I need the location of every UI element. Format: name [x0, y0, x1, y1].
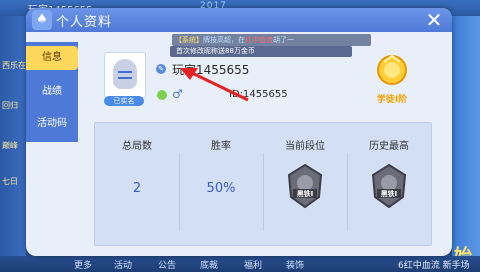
lobby-left-menu: 西乐在 回归 巅峰 七日	[0, 16, 26, 256]
close-icon[interactable]: ✕	[424, 10, 444, 30]
bottom-tip: 6红中血流 新手场	[398, 261, 470, 271]
profile-dialog: ♠ 个人资料 ✕ 【系统】牌技高超，在红中血流胡了一 首次修改昵称送88万金币 …	[26, 8, 452, 256]
bottom-menu-item[interactable]: 底裁	[200, 258, 218, 271]
notice-tail: 胡了一	[273, 36, 294, 44]
dialog-title: 个人资料	[56, 15, 113, 30]
system-notice: 【系统】牌技高超，在红中血流胡了一	[172, 34, 371, 46]
stat-header: 胜率	[211, 141, 231, 152]
coin-icon	[157, 90, 167, 100]
stat-total-games: 总局数 2	[95, 123, 179, 245]
tab-activity-code[interactable]: 活动码	[26, 112, 78, 136]
bottom-menu-item[interactable]: 公告	[158, 258, 176, 271]
stat-win-rate: 胜率 50%	[179, 123, 263, 245]
tab-record[interactable]: 战绩	[26, 80, 78, 104]
stat-value: 2	[132, 181, 142, 196]
notice-highlight: 红中血流	[245, 36, 273, 44]
notice-tag: 【系统】	[175, 36, 203, 44]
red-arrow-annotation	[180, 68, 249, 102]
iron-rank-badge-icon: 黑铁Ⅰ	[285, 163, 325, 209]
stat-header: 当前段位	[285, 141, 325, 152]
dialog-titlebar: ♠ 个人资料 ✕	[26, 8, 452, 32]
verified-badge: 已实名	[104, 96, 144, 106]
rename-hint: 首次修改昵称送88万金币	[170, 46, 352, 57]
lobby-left-item[interactable]: 巅峰	[2, 140, 18, 151]
stat-value: 50%	[206, 181, 236, 196]
lobby-left-item[interactable]: 七日	[2, 176, 18, 187]
avatar[interactable]	[104, 52, 146, 98]
stat-current-rank: 当前段位 黑铁Ⅰ	[263, 123, 347, 245]
lobby-right-panel: 始	[452, 16, 480, 272]
tab-info[interactable]: 信息	[26, 46, 78, 70]
badge-text: 黑铁Ⅰ	[296, 190, 314, 198]
side-tabs: 信息 战绩 活动码	[26, 42, 78, 142]
rank-emblem-icon	[377, 54, 407, 85]
bottom-menu-item[interactable]: 福利	[244, 258, 262, 271]
bottom-menu-item[interactable]: 更多	[74, 258, 92, 271]
stats-panel: 总局数 2 胜率 50% 当前段位 黑铁Ⅰ 历史最高 黑铁Ⅰ	[94, 122, 432, 246]
bottom-menu-item[interactable]: 装饰	[286, 258, 304, 271]
lobby-left-item[interactable]: 西乐在	[2, 60, 26, 71]
bottom-menu-item[interactable]: 活动	[114, 258, 132, 271]
stat-header: 历史最高	[369, 141, 409, 152]
badge-text: 黑铁Ⅰ	[380, 190, 398, 198]
notice-body: 牌技高超，在	[203, 36, 245, 44]
stat-header: 总局数	[122, 141, 152, 152]
iron-rank-badge-icon: 黑铁Ⅰ	[369, 163, 409, 209]
rank-label: 学徒Ⅰ阶	[376, 95, 408, 105]
edit-icon[interactable]: ✎	[156, 64, 166, 74]
cards-icon: ♠	[32, 10, 52, 30]
lobby-left-item[interactable]: 回归	[2, 100, 18, 111]
stat-best-rank: 历史最高 黑铁Ⅰ	[347, 123, 431, 245]
lobby-bottom-bar: 更多 活动 公告 底裁 福利 装饰 6红中血流 新手场	[0, 256, 480, 272]
avatar-eyes	[118, 71, 132, 79]
